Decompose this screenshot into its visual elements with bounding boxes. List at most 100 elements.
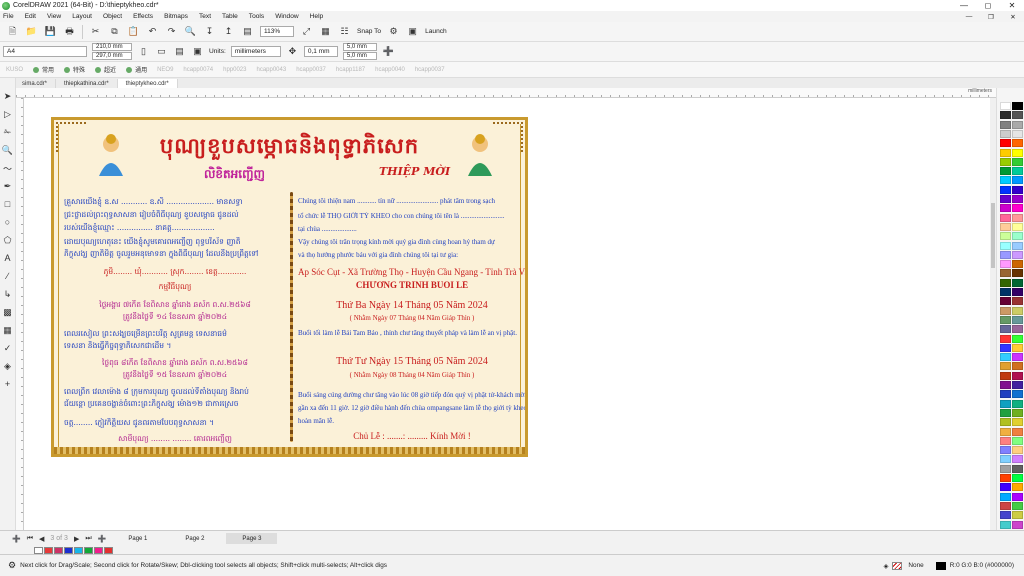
color-swatch[interactable] (1012, 464, 1023, 473)
portrait-icon[interactable]: ▯ (137, 45, 150, 58)
color-swatch[interactable] (1012, 436, 1023, 445)
color-swatch[interactable] (1000, 520, 1011, 529)
color-swatch[interactable] (1000, 306, 1011, 315)
current-page-icon[interactable]: ▣ (191, 45, 204, 58)
color-swatch[interactable] (1000, 167, 1011, 176)
copy-icon[interactable]: ⧉ (108, 25, 121, 38)
color-swatch[interactable] (1012, 427, 1023, 436)
redo-icon[interactable]: ↷ (165, 25, 178, 38)
color-swatch[interactable] (1000, 501, 1011, 510)
color-swatch[interactable] (1012, 418, 1023, 427)
color-swatch[interactable] (1012, 157, 1023, 166)
color-swatch[interactable] (1012, 483, 1023, 492)
color-swatch[interactable] (1000, 204, 1011, 213)
doc-swatch[interactable] (94, 546, 103, 554)
macro-hcapp1187[interactable]: hcapp1187 (336, 67, 365, 73)
doc-restore-icon[interactable]: ❐ (980, 13, 1002, 21)
macro-hcapp0037b[interactable]: hcapp0037 (415, 67, 445, 73)
color-swatch[interactable] (1000, 455, 1011, 464)
print-icon[interactable]: 🖶 (63, 25, 76, 38)
gear-icon[interactable]: ⚙ (8, 560, 16, 571)
color-swatch[interactable] (1000, 474, 1011, 482)
page-tab-3[interactable]: Page 3 (226, 533, 278, 544)
color-swatch[interactable] (1012, 129, 1023, 138)
color-swatch[interactable] (1012, 474, 1023, 482)
landscape-icon[interactable]: ▭ (155, 45, 168, 58)
connector-tool-icon[interactable]: ↳ (2, 288, 14, 300)
color-swatch[interactable] (1000, 343, 1011, 352)
page-height-field[interactable]: 297,0 mm (92, 52, 132, 60)
vertical-ruler[interactable] (16, 98, 24, 530)
menu-effects[interactable]: Effects (133, 13, 153, 20)
paste-icon[interactable]: 📋 (127, 25, 140, 38)
launch-dropdown[interactable]: Launch (425, 28, 447, 35)
page-tab-1[interactable]: Page 1 (112, 533, 163, 544)
color-swatch[interactable] (1012, 492, 1023, 501)
doc-swatch[interactable] (64, 546, 73, 554)
doc-close-icon[interactable]: ✕ (1002, 13, 1024, 21)
color-swatch[interactable] (1000, 446, 1011, 455)
zoom-level-field[interactable]: 113% (260, 26, 294, 37)
color-swatch[interactable] (1000, 157, 1011, 166)
color-swatch[interactable] (1000, 511, 1011, 520)
color-swatch[interactable] (1012, 176, 1023, 185)
menu-file[interactable]: File (3, 13, 14, 20)
grid-icon[interactable]: ☷ (338, 25, 351, 38)
fill-swatch[interactable] (892, 561, 903, 570)
color-swatch[interactable] (1012, 222, 1023, 231)
color-swatch[interactable] (1012, 399, 1023, 408)
open-icon[interactable]: 📁 (25, 25, 38, 38)
color-swatch[interactable] (1000, 362, 1011, 371)
shape-tool-icon[interactable]: ▷ (2, 108, 14, 120)
add-tool-icon[interactable]: + (2, 378, 14, 390)
color-swatch[interactable] (1000, 399, 1011, 408)
menu-object[interactable]: Object (103, 13, 122, 20)
color-swatch[interactable] (1000, 334, 1011, 343)
invitation-card[interactable]: បុណ្យខួបសម្ភោធនិងពុទ្ធាភិសេក លិខិតអញ្ជើញ… (51, 117, 528, 457)
doc-tab-thiepkathina[interactable]: thiepkathina.cdr* (56, 79, 118, 88)
rectangle-tool-icon[interactable]: □ (2, 198, 14, 210)
polygon-tool-icon[interactable]: ⬠ (2, 234, 14, 246)
color-swatch[interactable] (1000, 111, 1011, 120)
color-swatch[interactable] (1012, 511, 1023, 520)
doc-swatch[interactable] (74, 546, 83, 554)
color-swatch[interactable] (1012, 297, 1023, 306)
horizontal-ruler[interactable]: millimeters (16, 88, 996, 98)
next-page-icon[interactable]: ▶ (74, 535, 79, 543)
color-swatch[interactable] (1000, 297, 1011, 306)
undo-icon[interactable]: ↶ (146, 25, 159, 38)
color-swatch[interactable] (1012, 315, 1023, 324)
color-swatch[interactable] (1000, 288, 1011, 296)
color-swatch[interactable] (1012, 139, 1023, 148)
color-swatch[interactable] (1000, 325, 1011, 334)
menu-table[interactable]: Table (222, 13, 238, 20)
macro-hcapp0074[interactable]: hcapp0074 (183, 67, 213, 73)
color-swatch[interactable] (1000, 241, 1011, 250)
color-swatch[interactable] (1012, 390, 1023, 399)
nudge-distance-field[interactable]: 0,1 mm (303, 46, 338, 57)
add-page-icon[interactable]: ➕ (12, 535, 21, 543)
color-swatch[interactable] (1000, 129, 1011, 138)
prev-page-icon[interactable]: ◀ (39, 535, 44, 543)
search-icon[interactable]: 🔍 (184, 25, 197, 38)
color-swatch[interactable] (1000, 427, 1011, 436)
import-icon[interactable]: ↧ (203, 25, 216, 38)
color-swatch[interactable] (1012, 185, 1023, 194)
page-width-field[interactable]: 210,0 mm (92, 43, 132, 51)
export-icon[interactable]: ↥ (222, 25, 235, 38)
color-swatch[interactable] (1012, 148, 1023, 157)
ellipse-tool-icon[interactable]: ○ (2, 216, 14, 228)
color-swatch[interactable] (1012, 371, 1023, 380)
macro-hcapp0040[interactable]: hcapp0040 (375, 67, 405, 73)
color-swatch[interactable] (1012, 241, 1023, 250)
menu-window[interactable]: Window (275, 13, 298, 20)
last-page-icon[interactable]: ⏭ (85, 535, 91, 543)
color-swatch[interactable] (1012, 204, 1023, 213)
crop-tool-icon[interactable]: ✁ (2, 126, 14, 138)
color-swatch[interactable] (1012, 455, 1023, 464)
macro-kuso[interactable]: KUSO (6, 67, 23, 73)
color-swatch[interactable] (1012, 278, 1023, 287)
doc-swatch[interactable] (54, 546, 63, 554)
color-swatch[interactable] (1000, 436, 1011, 445)
pick-tool-icon[interactable]: ➤ (2, 90, 14, 102)
